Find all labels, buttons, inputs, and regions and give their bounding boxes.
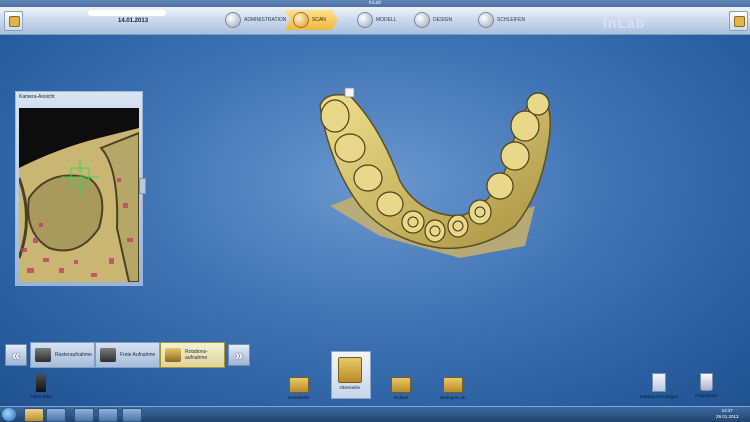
catalog-biokopie-uk[interactable]: BioKopie UK (433, 377, 473, 400)
previous-page-button[interactable]: « (5, 344, 27, 366)
stage-model[interactable]: MODELL (357, 10, 397, 30)
trash-icon (699, 373, 713, 391)
scanner-icon (35, 348, 51, 362)
scan-mode-bar: « Rasteraufnahme Freie Aufnahme Rotation… (2, 341, 254, 368)
system-clock: 13:37 29.01.2013 (716, 408, 739, 420)
scan-3d-model[interactable] (310, 86, 555, 276)
next-page-button[interactable]: » (228, 344, 250, 366)
panel-collapse-handle[interactable] (139, 178, 146, 194)
add-catalog-button[interactable]: Katalog hinzufügen (637, 373, 681, 399)
stage-label: ADMINISTRATION (244, 17, 287, 23)
catalog-label: Bukkal (394, 395, 408, 400)
patient-name-field (88, 10, 166, 16)
catalog-label: BioKopie UK (440, 395, 466, 400)
milling-icon (478, 12, 494, 28)
clock-date: 29.01.2013 (716, 414, 739, 419)
taskbar-window-icon[interactable] (122, 408, 142, 422)
jaw-model-icon (289, 377, 309, 393)
taskbar-folder-icon[interactable] (46, 408, 66, 422)
administration-icon (225, 12, 241, 28)
help-icon[interactable] (729, 11, 748, 31)
camera-image (19, 108, 139, 282)
model-icon (357, 12, 373, 28)
jaw-model-icon (391, 377, 411, 393)
catalog-unterkiefer[interactable]: Unterkiefer (281, 377, 317, 400)
tool-label: inEos Blue (30, 394, 52, 399)
mode-free-scan[interactable]: Freie Aufnahme (95, 342, 160, 368)
taskbar-inlab-icon[interactable] (24, 408, 44, 422)
stage-label: DESIGN (433, 17, 453, 23)
tool-label: Katalog hinzufügen (639, 394, 679, 399)
inEos-blue-button[interactable]: inEos Blue (23, 374, 59, 399)
app-menu-icon[interactable] (4, 11, 23, 31)
jaw-model-icon (443, 377, 463, 393)
stage-milling[interactable]: SCHLEIFEN (478, 10, 525, 30)
mode-label: Rotations-aufnahme (185, 349, 208, 361)
inEos-device-icon (36, 374, 46, 392)
rotation-scan-icon (165, 348, 181, 362)
scan-icon (293, 12, 309, 28)
taskbar-app-icon[interactable] (74, 408, 94, 422)
mode-label: Freie Aufnahme (120, 352, 156, 358)
catalog-oberkiefer[interactable]: Oberkiefer (331, 357, 369, 390)
stage-scan[interactable]: SCAN (285, 10, 338, 30)
catalog-label: Oberkiefer (339, 385, 361, 390)
camera-view-title: Kamera-Ansicht (19, 94, 55, 100)
top-toolbar: 14.01.2013 ADMINISTRATION SCAN MODELL DE… (0, 7, 750, 35)
stage-label: MODELL (376, 17, 397, 23)
case-date: 14.01.2013 (118, 18, 149, 24)
camera-view-panel: Kamera-Ansicht (15, 91, 143, 286)
stage-design[interactable]: DESIGN (414, 10, 452, 30)
stage-label: SCHLEIFEN (497, 17, 526, 23)
stage-administration[interactable]: ADMINISTRATION (225, 10, 286, 30)
window-title: inLab (0, 0, 750, 7)
start-button[interactable] (2, 408, 16, 421)
jaw-model-icon (338, 357, 362, 383)
mode-raster-scan[interactable]: Rasteraufnahme (30, 342, 95, 368)
catalog-label: Unterkiefer (287, 395, 310, 400)
stage-label: SCAN (312, 17, 326, 23)
scanner-icon (100, 348, 116, 362)
mode-rotation-scan[interactable]: Rotations-aufnahme (160, 342, 225, 368)
tool-label: Papierkorb (695, 393, 717, 398)
taskbar-document-icon[interactable] (98, 408, 118, 422)
add-catalog-icon (652, 373, 666, 392)
mode-label: Rasteraufnahme (55, 352, 92, 358)
trash-button[interactable]: Papierkorb (689, 373, 723, 398)
catalog-bukkal[interactable]: Bukkal (383, 377, 419, 400)
app-window: inLab 14.01.2013 ADMINISTRATION SCAN MOD… (0, 0, 750, 406)
os-taskbar: 13:37 29.01.2013 (0, 406, 750, 422)
design-icon (414, 12, 430, 28)
brand-logo: inLab (603, 15, 646, 31)
